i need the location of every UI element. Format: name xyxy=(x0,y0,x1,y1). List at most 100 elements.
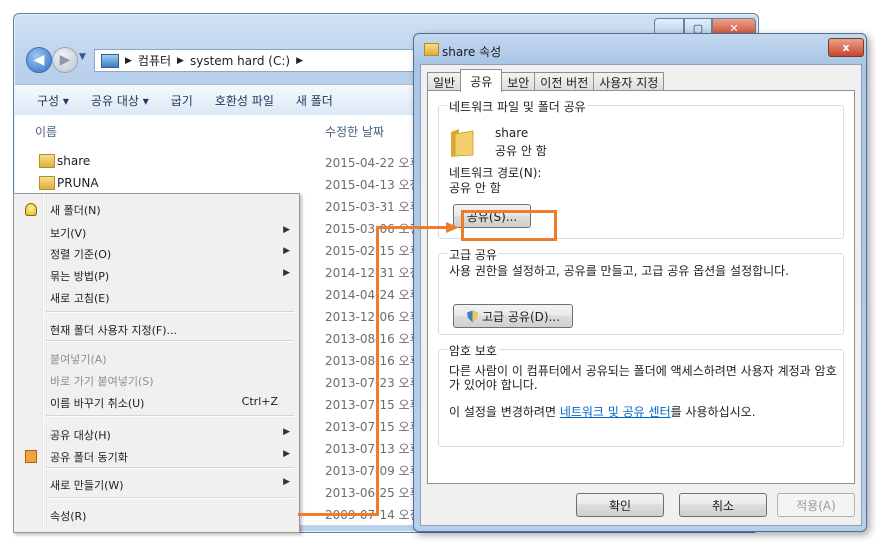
file-name: PRUNA xyxy=(57,176,99,190)
menu-item-label: 이름 바꾸기 취소(U) xyxy=(50,397,145,410)
close-icon: x xyxy=(842,41,850,54)
column-headers: 이름 수정한 날짜 xyxy=(35,123,435,143)
breadcrumb-drive[interactable]: system hard (C:) xyxy=(190,54,290,68)
submenu-arrow-icon: ▶ xyxy=(283,268,290,278)
menu-item-label: 보기(V) xyxy=(50,227,87,240)
organize-button[interactable]: 구성 ▾ xyxy=(37,92,69,109)
advanced-sharing-button[interactable]: 고급 공유(D)... xyxy=(453,304,573,328)
submenu-arrow-icon: ▶ xyxy=(283,427,290,437)
share-with-button[interactable]: 공유 대상 ▾ xyxy=(91,92,149,109)
advanced-sharing-title: 고급 공유 xyxy=(447,246,499,263)
change-setting-prefix: 이 설정을 변경하려면 xyxy=(449,405,560,419)
address-bar[interactable]: ▶ 컴퓨터 ▶ system hard (C:) ▶ xyxy=(94,49,436,72)
advanced-sharing-group: 고급 공유 사용 권한을 설정하고, 공유를 만들고, 고급 공유 옵션을 설정… xyxy=(438,246,844,335)
cancel-button[interactable]: 취소 xyxy=(679,493,767,517)
network-sharing-center-link[interactable]: 네트워크 및 공유 센터 xyxy=(560,405,671,419)
file-modified-date: 2014-04-24 오후 xyxy=(325,288,421,302)
dialog-body: 일반 공유 보안 이전 버전 사용자 지정 네트워크 파일 및 폴더 공유 sh… xyxy=(420,64,862,526)
file-modified-date: 2013-07-15 오후 xyxy=(325,420,421,434)
file-modified-date: 2013-12-06 오후 xyxy=(325,310,421,324)
file-modified-date: 2015-02-15 오후 xyxy=(325,244,421,258)
context-menu-item[interactable]: 새 폴더(N) xyxy=(16,198,296,220)
folder-icon xyxy=(39,176,55,190)
menu-item-shortcut: Ctrl+Z xyxy=(241,395,278,408)
file-modified-date: 2015-04-22 오후 xyxy=(325,156,421,170)
submenu-arrow-icon: ▶ xyxy=(283,449,290,459)
menu-item-label: 새로 만들기(W) xyxy=(50,479,124,492)
burn-button[interactable]: 굽기 xyxy=(171,92,193,109)
folder-icon xyxy=(424,43,439,56)
breadcrumb-separator-icon: ▶ xyxy=(177,55,184,66)
file-modified-date: 2015-03-31 오후 xyxy=(325,200,421,214)
menu-separator xyxy=(46,497,294,499)
menu-item-label: 붙여넣기(A) xyxy=(50,353,107,366)
dialog-title: share 속성 xyxy=(442,45,502,59)
callout-line-bottom xyxy=(298,513,378,516)
callout-line-vertical xyxy=(376,226,379,516)
menu-separator xyxy=(46,311,294,313)
dialog-close-button[interactable]: x xyxy=(828,38,864,57)
submenu-arrow-icon: ▶ xyxy=(283,477,290,487)
context-menu-item[interactable]: 보기(V) ▶ xyxy=(16,221,296,243)
menu-separator xyxy=(46,467,294,469)
breadcrumb-computer[interactable]: 컴퓨터 xyxy=(138,52,171,69)
compatibility-files-button[interactable]: 호환성 파일 xyxy=(215,92,274,109)
sharing-tab-panel: 네트워크 파일 및 폴더 공유 share 공유 안 함 네트워크 경로(N):… xyxy=(427,90,855,484)
context-menu-item[interactable]: 공유 대상(H) ▶ xyxy=(16,423,296,445)
context-menu-item[interactable]: 공유 폴더 동기화 ▶ xyxy=(16,445,296,467)
menu-item-label: 정렬 기준(O) xyxy=(50,248,112,261)
breadcrumb-separator-icon: ▶ xyxy=(125,55,132,66)
file-row[interactable]: share 2015-04-22 오후 xyxy=(15,151,435,172)
submenu-arrow-icon: ▶ xyxy=(283,225,290,235)
sync-icon xyxy=(25,450,37,463)
back-button[interactable]: ◀ xyxy=(26,47,52,73)
tab-strip: 일반 공유 보안 이전 버전 사용자 지정 xyxy=(427,69,665,92)
computer-icon xyxy=(101,53,119,68)
menu-item-label: 묶는 방법(P) xyxy=(50,270,110,283)
callout-line-top xyxy=(376,226,448,229)
menu-item-label: 새 폴더(N) xyxy=(50,204,101,217)
tab-security[interactable]: 보안 xyxy=(501,72,536,91)
password-protection-title: 암호 보호 xyxy=(447,342,499,359)
tab-general[interactable]: 일반 xyxy=(427,72,462,91)
tab-sharing[interactable]: 공유 xyxy=(460,69,503,92)
file-row[interactable]: PRUNA 2015-04-13 오전 xyxy=(15,173,435,194)
context-menu-item[interactable]: 붙여넣기(A) xyxy=(16,347,296,369)
folder-icon xyxy=(39,154,55,168)
new-folder-button[interactable]: 새 폴더 xyxy=(296,92,333,109)
context-menu-item[interactable]: 속성(R) xyxy=(16,504,296,526)
forward-button[interactable]: ▶ xyxy=(52,47,78,73)
advanced-sharing-description: 사용 권한을 설정하고, 공유를 만들고, 고급 공유 옵션을 설정합니다. xyxy=(449,264,790,278)
tab-previous-versions[interactable]: 이전 버전 xyxy=(534,72,595,91)
password-protection-description: 다른 사람이 이 컴퓨터에서 공유되는 폴더에 액세스하려면 사용자 계정과 암… xyxy=(449,364,837,392)
context-menu-item[interactable]: 바로 가기 붙여넣기(S) xyxy=(16,369,296,391)
network-sharing-title: 네트워크 파일 및 폴더 공유 xyxy=(447,98,588,115)
apply-button[interactable]: 적용(A) xyxy=(777,493,855,517)
context-menu-item[interactable]: 새로 고침(E) xyxy=(16,286,296,308)
password-protection-group: 암호 보호 다른 사람이 이 컴퓨터에서 공유되는 폴더에 액세스하려면 사용자… xyxy=(438,342,844,447)
menu-item-label: 바로 가기 붙여넣기(S) xyxy=(50,375,154,388)
file-modified-date: 2013-08-16 오후 xyxy=(325,354,421,368)
menu-separator xyxy=(46,340,294,342)
menu-item-label: 새로 고침(E) xyxy=(50,292,110,305)
menu-separator xyxy=(46,415,294,417)
menu-item-label: 공유 대상(H) xyxy=(50,429,111,442)
recent-pages-dropdown-icon[interactable]: ▼ xyxy=(79,52,86,62)
context-menu-item[interactable]: 새로 만들기(W) ▶ xyxy=(16,473,296,495)
navigation-bar: ◀ ▶ ▼ ▶ 컴퓨터 ▶ system hard (C:) ▶ xyxy=(22,44,437,76)
column-name-header[interactable]: 이름 xyxy=(35,123,57,140)
context-menu-item[interactable]: 이름 바꾸기 취소(U) Ctrl+Z xyxy=(16,391,296,413)
menu-item-label: 현재 폴더 사용자 지정(F)... xyxy=(50,324,177,337)
context-menu: 새 폴더(N) 보기(V) ▶ 정렬 기준(O) ▶ 묶는 방법(P) ▶ 새로 고침(E) 현… xyxy=(13,193,300,533)
tab-customize[interactable]: 사용자 지정 xyxy=(593,72,665,91)
context-menu-item[interactable]: 정렬 기준(O) ▶ xyxy=(16,242,296,264)
change-setting-text: 이 설정을 변경하려면 네트워크 및 공유 센터를 사용하십시오. xyxy=(449,403,756,420)
context-menu-item[interactable]: 현재 폴더 사용자 지정(F)... xyxy=(16,318,296,340)
context-menu-item[interactable]: 묶는 방법(P) ▶ xyxy=(16,264,296,286)
menu-item-label: 속성(R) xyxy=(50,510,87,523)
lightbulb-icon xyxy=(25,203,37,216)
forward-arrow-icon: ▶ xyxy=(59,52,71,68)
column-modified-header[interactable]: 수정한 날짜 xyxy=(325,123,384,140)
file-modified-date: 2013-07-09 오후 xyxy=(325,464,421,478)
ok-button[interactable]: 확인 xyxy=(576,493,664,517)
